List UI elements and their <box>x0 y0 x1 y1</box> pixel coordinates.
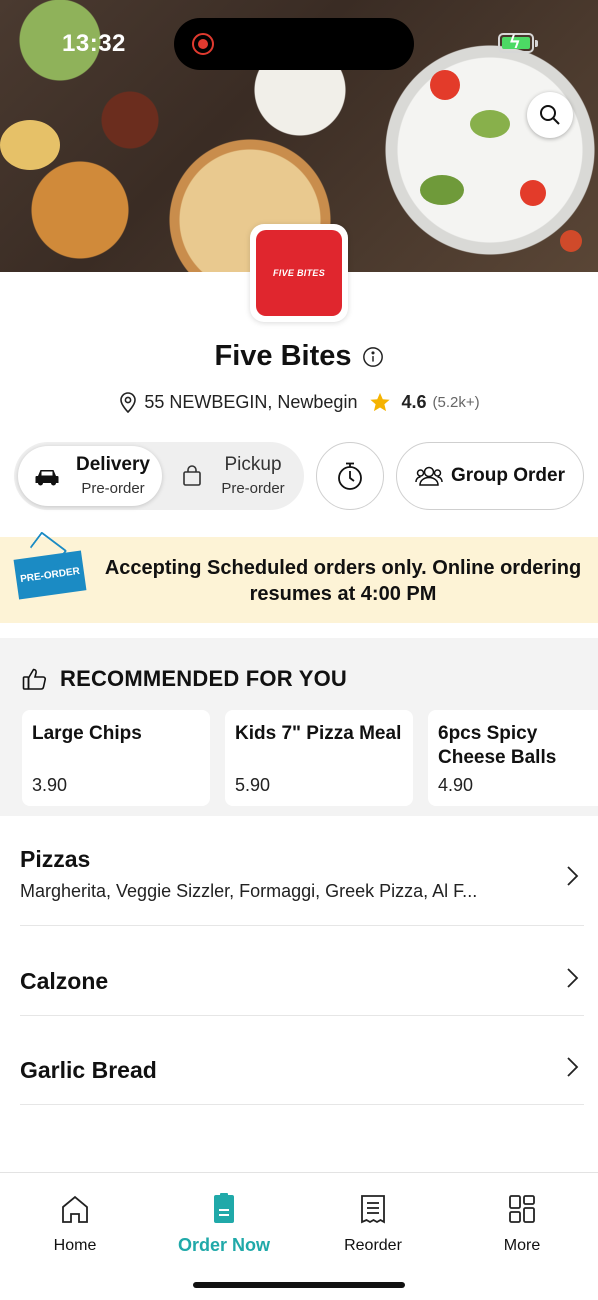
stopwatch-icon <box>338 462 362 490</box>
category-row-pizzas[interactable]: Pizzas Margherita, Veggie Sizzler, Forma… <box>20 846 584 926</box>
preorder-tag-text: PRE-ORDER <box>19 565 81 585</box>
group-order-button[interactable]: Group Order <box>396 442 584 510</box>
category-title: Pizzas <box>20 846 91 872</box>
item-price: 4.90 <box>438 775 474 795</box>
pickup-sub: Pre-order <box>221 480 285 497</box>
tab-label: Reorder <box>344 1237 402 1254</box>
recommended-carousel[interactable]: Large Chips 3.90 Kids 7" Pizza Meal 5.90… <box>22 710 598 806</box>
tab-label: Home <box>53 1237 97 1254</box>
battery-icon: ϟ <box>498 32 538 53</box>
store-name: Five Bites <box>214 340 352 372</box>
item-price: 3.90 <box>32 775 68 795</box>
bottom-tab-bar: Home Order Now Reorder More <box>0 1172 598 1300</box>
order-now-icon <box>214 1193 234 1223</box>
star-icon <box>370 392 391 412</box>
grid-icon <box>509 1195 535 1223</box>
order-type-toggle: Delivery Pre-order Pickup Pre-order <box>14 442 304 510</box>
recommended-heading: RECOMMENDED FOR YOU <box>22 666 347 692</box>
search-icon <box>540 105 560 125</box>
tab-more[interactable]: More <box>467 1193 577 1255</box>
preorder-tag-icon: PRE-ORDER <box>13 550 87 600</box>
rating-value: 4.6 <box>401 391 427 412</box>
delivery-option[interactable]: Delivery Pre-order <box>18 446 162 506</box>
status-time: 13:32 <box>62 30 126 57</box>
home-icon <box>62 1195 88 1223</box>
store-address[interactable]: 55 NEWBEGIN, Newbegin <box>144 392 357 413</box>
food-decoration <box>560 230 582 252</box>
tab-label: Order Now <box>177 1235 270 1255</box>
category-row-garlic-bread[interactable]: Garlic Bread <box>20 1016 584 1105</box>
group-order-label: Group Order <box>450 465 565 486</box>
schedule-button[interactable] <box>316 442 384 510</box>
recommended-title: RECOMMENDED FOR YOU <box>60 666 347 691</box>
chevron-right-icon <box>567 1057 579 1077</box>
pickup-label: Pickup <box>224 454 282 475</box>
receipt-icon <box>361 1195 385 1224</box>
info-icon[interactable] <box>362 346 384 368</box>
recommended-card[interactable]: 6pcs Spicy Cheese Balls 4.90 <box>428 710 598 806</box>
food-decoration <box>470 110 510 138</box>
food-decoration <box>430 70 460 100</box>
recommended-card[interactable]: Kids 7" Pizza Meal 5.90 <box>225 710 413 806</box>
category-title: Garlic Bread <box>20 1057 157 1083</box>
logo-text: FIVE BITES <box>272 268 325 278</box>
category-row-calzone[interactable]: Calzone <box>20 926 584 1016</box>
search-button[interactable] <box>527 92 573 138</box>
delivery-sub: Pre-order <box>81 480 145 497</box>
item-name: Large Chips <box>32 723 142 744</box>
banner-message: Accepting Scheduled orders only. Online … <box>104 557 582 605</box>
pickup-option[interactable]: Pickup Pre-order <box>164 446 300 506</box>
chevron-right-icon <box>567 866 579 886</box>
food-decoration <box>520 180 546 206</box>
tab-order-now[interactable]: Order Now <box>169 1193 279 1256</box>
item-price: 5.90 <box>235 775 271 795</box>
tab-label: More <box>503 1237 541 1254</box>
thumbs-up-icon <box>22 668 47 690</box>
store-meta: 55 NEWBEGIN, Newbegin 4.6 (5.2k+) <box>0 391 598 413</box>
location-pin-icon <box>120 392 137 413</box>
food-decoration <box>0 120 60 170</box>
food-decoration <box>420 175 464 205</box>
chevron-right-icon <box>567 968 579 988</box>
store-title-row: Five Bites <box>0 340 598 373</box>
car-icon <box>35 470 59 486</box>
preorder-banner: PRE-ORDER Accepting Scheduled orders onl… <box>0 537 598 623</box>
tab-reorder[interactable]: Reorder <box>318 1193 428 1255</box>
recommended-card[interactable]: Large Chips 3.90 <box>22 710 210 806</box>
rating-count: (5.2k+) <box>432 393 480 411</box>
store-logo: FIVE BITES <box>250 224 348 322</box>
category-subtitle: Margherita, Veggie Sizzler, Formaggi, Gr… <box>20 881 478 901</box>
delivery-label: Delivery <box>76 454 150 475</box>
tab-home[interactable]: Home <box>20 1193 130 1255</box>
home-indicator[interactable] <box>193 1282 405 1288</box>
recommended-section: RECOMMENDED FOR YOU Large Chips 3.90 Kid… <box>0 638 598 816</box>
category-title: Calzone <box>20 968 109 994</box>
group-icon <box>415 466 443 486</box>
recording-icon <box>192 33 214 55</box>
item-name: Kids 7" Pizza Meal <box>235 723 402 744</box>
dynamic-island <box>174 18 414 70</box>
shopping-bag-icon <box>183 465 201 486</box>
item-name: 6pcs Spicy Cheese Balls <box>438 723 557 768</box>
